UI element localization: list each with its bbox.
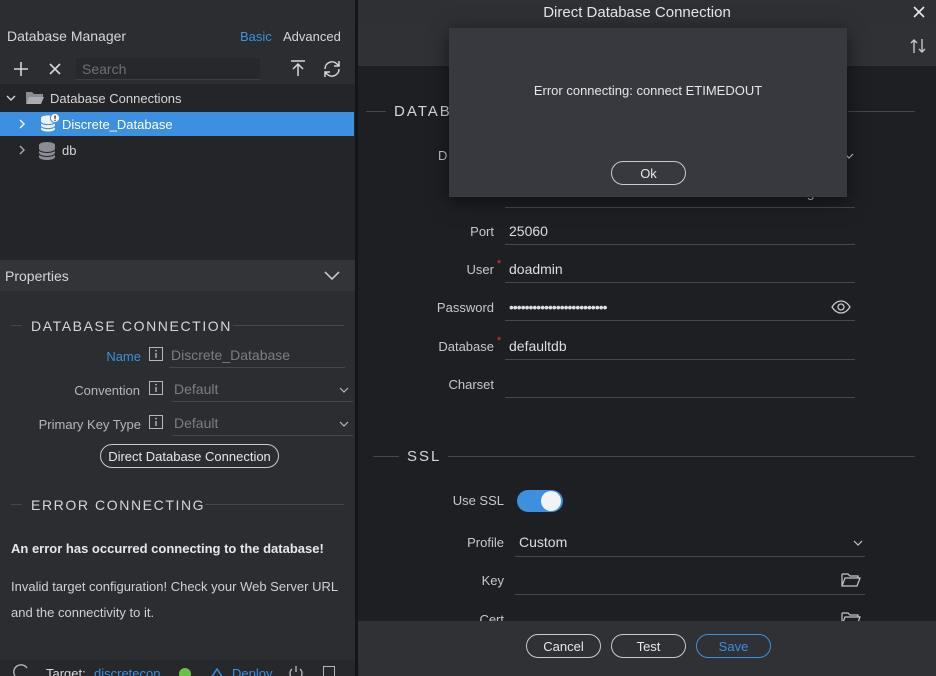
field-underline	[172, 435, 353, 436]
primary-key-type-select[interactable]: Default	[174, 415, 218, 431]
save-button[interactable]: Save	[696, 634, 771, 658]
connections-tree	[0, 84, 355, 260]
eye-icon[interactable]	[831, 299, 851, 315]
search-input[interactable]	[76, 58, 260, 80]
use-ssl-label: Use SSL	[452, 493, 504, 508]
divider	[366, 111, 386, 112]
divider	[448, 456, 915, 457]
tree-root-label: Database Connections	[50, 91, 182, 106]
mode-basic-tab[interactable]: Basic	[240, 29, 272, 44]
key-label: Key	[481, 573, 504, 588]
divider	[848, 111, 915, 112]
folder-open-icon[interactable]	[841, 573, 861, 587]
chevron-down-icon[interactable]	[339, 420, 349, 428]
name-field[interactable]: Discrete_Database	[171, 347, 290, 363]
password-field[interactable]: •••••••••••••••••••••••••	[509, 299, 608, 315]
ok-button[interactable]: Ok	[611, 161, 686, 185]
field-underline	[505, 359, 855, 360]
chevron-down-icon[interactable]	[853, 539, 863, 547]
dialog-title: Direct Database Connection	[543, 4, 731, 21]
section-database-connection: DATABASE CONNECTION	[31, 318, 233, 334]
sort-icon[interactable]	[909, 37, 927, 55]
field-underline	[515, 594, 865, 595]
database-icon	[38, 141, 56, 161]
close-icon[interactable]	[912, 5, 926, 19]
info-icon[interactable]	[149, 415, 163, 429]
chevron-down-icon[interactable]	[5, 92, 17, 104]
name-label: Name	[106, 349, 141, 364]
field-underline	[515, 556, 865, 557]
user-label: User	[466, 262, 494, 277]
refresh-icon[interactable]	[321, 58, 343, 80]
database-warning-icon	[39, 113, 61, 135]
field-underline	[505, 207, 855, 208]
error-message-line-1: Invalid target configuration! Check your…	[11, 579, 339, 594]
mode-advanced-tab[interactable]: Advanced	[283, 29, 341, 44]
field-underline	[505, 244, 855, 245]
test-button[interactable]: Test	[611, 634, 686, 658]
convention-label: Convention	[74, 383, 140, 398]
add-icon[interactable]	[11, 59, 31, 79]
deploy-button[interactable]: Deploy	[232, 666, 272, 676]
cancel-button[interactable]: Cancel	[526, 634, 601, 658]
direct-database-connection-button[interactable]: Direct Database Connection	[100, 444, 279, 468]
toggle-knob	[541, 491, 561, 511]
upload-icon[interactable]	[288, 58, 308, 78]
section-database: DATAB	[394, 103, 452, 120]
divider	[205, 504, 344, 505]
tree-item-label: Discrete_Database	[62, 117, 173, 132]
profile-select[interactable]: Custom	[519, 534, 567, 550]
panel-title: Database Manager	[7, 28, 127, 44]
info-icon[interactable]	[149, 381, 163, 395]
sync-icon[interactable]	[12, 664, 30, 676]
field-underline	[505, 282, 855, 283]
tree-item-discrete-database[interactable]: Discrete_Database	[0, 112, 354, 136]
section-error-connecting: ERROR CONNECTING	[31, 497, 206, 513]
convention-select[interactable]: Default	[174, 381, 218, 397]
chevron-down-icon[interactable]	[323, 268, 341, 282]
database-label: Database	[438, 339, 494, 354]
divider	[11, 325, 22, 326]
tree-item-db[interactable]: db	[0, 138, 354, 162]
target-label: Target:	[46, 666, 86, 676]
field-underline	[172, 401, 353, 402]
error-title: An error has occurred connecting to the …	[11, 541, 324, 556]
database-field[interactable]: defaultdb	[509, 338, 567, 354]
deploy-icon[interactable]	[208, 666, 226, 676]
profile-label: Profile	[467, 535, 504, 550]
port-field[interactable]: 25060	[509, 223, 548, 239]
tree-item-label: db	[62, 143, 77, 158]
divider	[233, 325, 344, 326]
tree-root-database-connections[interactable]: Database Connections	[0, 86, 354, 110]
properties-title: Properties	[5, 268, 69, 284]
user-field[interactable]: doadmin	[509, 261, 563, 277]
square-icon[interactable]	[323, 666, 335, 676]
required-marker: *	[497, 335, 502, 347]
chevron-right-icon[interactable]	[16, 144, 28, 156]
field-underline	[169, 367, 345, 368]
power-icon[interactable]	[287, 665, 305, 676]
info-icon[interactable]	[149, 347, 163, 361]
charset-label: Charset	[448, 377, 494, 392]
error-modal-message: Error connecting: connect ETIMEDOUT	[533, 83, 763, 98]
divider	[373, 456, 399, 457]
folder-open-icon	[25, 89, 45, 105]
password-label: Password	[436, 300, 494, 315]
port-label: Port	[470, 224, 494, 239]
remove-icon[interactable]	[45, 59, 65, 79]
required-marker: *	[497, 258, 502, 270]
primary-key-type-label: Primary Key Type	[38, 417, 141, 432]
error-message-line-2: and the connectivity to it.	[11, 605, 155, 620]
driver-label: D	[438, 148, 448, 163]
status-indicator-icon	[179, 668, 191, 676]
target-select[interactable]: discretecon	[94, 666, 160, 676]
field-underline	[505, 320, 855, 321]
chevron-right-icon[interactable]	[16, 118, 28, 130]
field-underline	[505, 397, 855, 398]
chevron-down-icon[interactable]	[339, 386, 349, 394]
section-ssl: SSL	[407, 448, 442, 465]
divider	[11, 504, 22, 505]
